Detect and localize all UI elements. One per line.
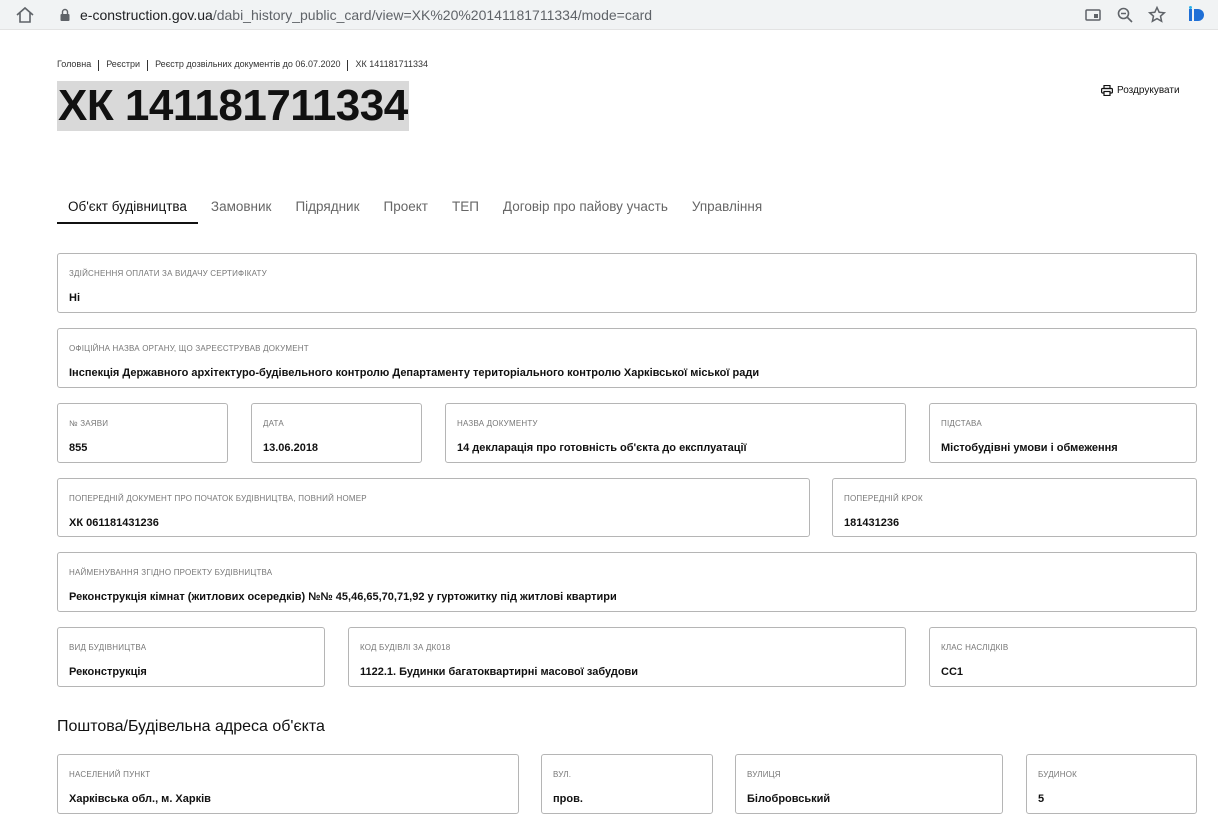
field-value: пров. [553, 793, 583, 805]
breadcrumb: Головна Реєстри Реєстр дозвільних докуме… [57, 58, 428, 71]
field-consequence-class: Клас наслідків СС1 [929, 627, 1197, 687]
field-label: Вулиця [747, 770, 781, 779]
field-label: Код будівлі за ДК018 [360, 643, 451, 652]
field-locality: Населений пункт Харківська обл., м. Харк… [57, 754, 519, 814]
url-host: e-construction.gov.ua [80, 7, 213, 23]
field-value: 5 [1038, 793, 1045, 805]
field-value: 1122.1. Будинки багатоквартирні масової … [360, 666, 639, 678]
field-value: СС1 [941, 666, 964, 678]
id-extension-icon[interactable] [1186, 5, 1206, 25]
breadcrumb-separator [347, 60, 349, 71]
field-label: Офіційна назва органу, що зареєстрував д… [69, 344, 309, 353]
tab-tep[interactable]: ТЕП [452, 196, 479, 224]
field-label: Клас наслідків [941, 643, 1009, 652]
star-icon[interactable] [1147, 5, 1167, 25]
breadcrumb-separator [98, 60, 100, 71]
address-bar[interactable]: e-construction.gov.ua/dabi_history_publi… [80, 6, 652, 24]
field-label: Будинок [1038, 770, 1078, 779]
field-value: 13.06.2018 [263, 442, 319, 454]
page-title: ХК 141181711334 [57, 81, 409, 131]
zoom-icon[interactable] [1115, 5, 1135, 25]
field-previous-step: Попередній крок 181431236 [832, 478, 1197, 537]
field-label: Вул. [553, 770, 572, 779]
tab-bar: Об'єкт будівництва Замовник Підрядник Пр… [57, 196, 786, 224]
breadcrumb-item-registry[interactable]: Реєстр дозвільних документів до 06.07.20… [155, 59, 340, 69]
field-value: Харківська обл., м. Харків [69, 793, 211, 805]
tab-project[interactable]: Проект [383, 196, 427, 224]
field-label: Здійснення оплати за видачу сертифікату [69, 269, 267, 278]
field-date: Дата 13.06.2018 [251, 403, 422, 463]
browser-toolbar: e-construction.gov.ua/dabi_history_publi… [0, 0, 1218, 30]
tab-management[interactable]: Управління [692, 196, 762, 224]
field-street: Вулиця Білобровський [735, 754, 1003, 814]
tab-share-agreement[interactable]: Договір про пайову участь [503, 196, 668, 224]
breadcrumb-item-current: ХК 141181711334 [355, 58, 428, 69]
field-value: ХК 061181431236 [69, 517, 159, 529]
field-label: № заяви [69, 419, 109, 428]
field-value: Реконструкція кімнат (житлових осередків… [69, 591, 617, 603]
breadcrumb-separator [147, 60, 149, 71]
url-path: /dabi_history_public_card/view=XK%20%201… [212, 7, 653, 23]
field-project-name: Найменування згідно проекту будівництва … [57, 552, 1197, 612]
field-house: Будинок 5 [1026, 754, 1197, 814]
tab-construction-object[interactable]: Об'єкт будівництва [57, 196, 198, 224]
print-label: Роздрукувати [1117, 85, 1180, 96]
field-value: Білобровський [747, 793, 831, 805]
breadcrumb-item-home[interactable]: Головна [57, 59, 91, 69]
field-value: 855 [69, 442, 88, 454]
printer-icon [1101, 85, 1113, 96]
field-value: Інспекція Державного архітектуро-будівел… [69, 367, 760, 379]
tab-contractor[interactable]: Підрядник [295, 196, 359, 224]
field-label: Попередній документ про початок будівниц… [69, 494, 367, 503]
field-label: Вид будівництва [69, 643, 147, 652]
field-authority: Офіційна назва органу, що зареєстрував д… [57, 328, 1197, 388]
field-payment: Здійснення оплати за видачу сертифікату … [57, 253, 1197, 313]
field-value: Містобудівні умови і обмеження [941, 442, 1118, 454]
field-value: 181431236 [844, 517, 900, 529]
field-label: Населений пункт [69, 770, 151, 779]
field-basis: Підстава Містобудівні умови і обмеження [929, 403, 1197, 463]
field-label: Дата [263, 419, 284, 428]
field-value: 14 декларація про готовність об'єкта до … [457, 442, 747, 454]
field-previous-document: Попередній документ про початок будівниц… [57, 478, 810, 537]
cast-icon[interactable] [1083, 5, 1103, 25]
address-section-title: Поштова/Будівельна адреса об'єкта [57, 718, 325, 735]
field-document-name: Назва документу 14 декларація про готовн… [445, 403, 906, 463]
tab-customer[interactable]: Замовник [211, 196, 272, 224]
field-label: Найменування згідно проекту будівництва [69, 568, 273, 577]
breadcrumb-item-registries[interactable]: Реєстри [106, 59, 140, 69]
lock-icon[interactable] [58, 8, 72, 22]
field-label: Назва документу [457, 419, 538, 428]
field-street-type: Вул. пров. [541, 754, 713, 814]
field-application-no: № заяви 855 [57, 403, 228, 463]
field-construction-type: Вид будівництва Реконструкція [57, 627, 325, 687]
field-building-code: Код будівлі за ДК018 1122.1. Будинки баг… [348, 627, 906, 687]
print-button[interactable]: Роздрукувати [1101, 85, 1180, 96]
field-label: Підстава [941, 419, 982, 428]
home-icon[interactable] [14, 5, 36, 25]
field-value: Ні [69, 292, 80, 304]
field-value: Реконструкція [69, 666, 147, 678]
field-label: Попередній крок [844, 494, 923, 503]
